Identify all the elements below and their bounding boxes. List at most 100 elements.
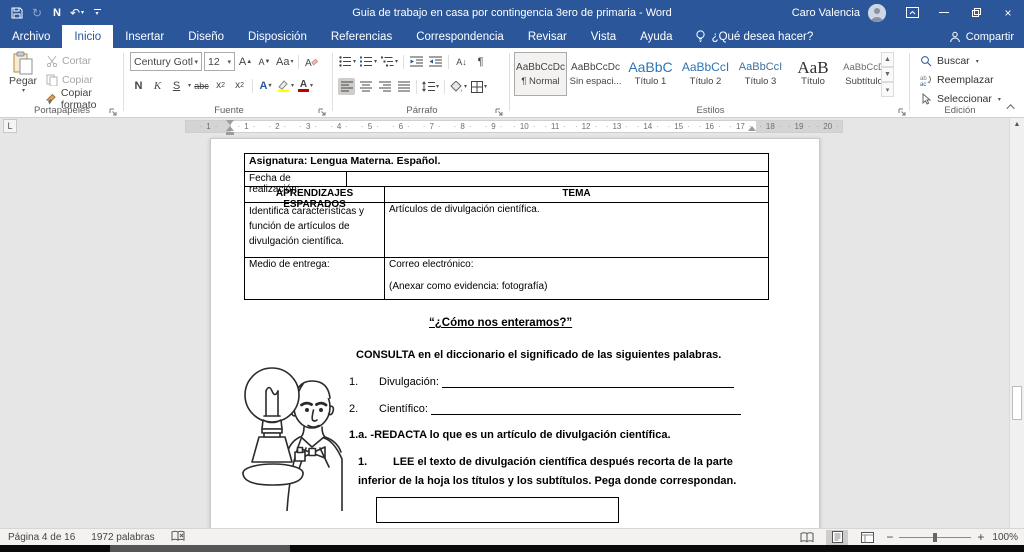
underline-button[interactable]: S <box>168 77 185 94</box>
chevron-down-icon: ▾ <box>194 58 198 66</box>
style-titulo-2[interactable]: AaBbCcI Título 2 <box>679 52 732 96</box>
proofing-icon[interactable] <box>171 530 185 545</box>
print-layout-button[interactable] <box>826 529 849 545</box>
zoom-level[interactable]: 100% <box>992 532 1018 543</box>
scroll-up-icon[interactable]: ▲ <box>1010 121 1024 128</box>
styles-gallery-more-icon[interactable]: ▾ <box>881 82 894 97</box>
first-line-indent-marker[interactable] <box>226 120 234 125</box>
ribbon-display-options-button[interactable] <box>896 0 928 25</box>
tab-archivo[interactable]: Archivo <box>0 25 62 48</box>
style-preview: AaBbCcD <box>843 61 885 73</box>
find-button[interactable]: Buscar ▾ <box>920 52 1001 70</box>
tab-revisar[interactable]: Revisar <box>516 25 579 48</box>
copy-button[interactable]: Copiar <box>46 71 124 88</box>
repeat-icon[interactable]: ↻ <box>28 3 46 23</box>
collapse-ribbon-icon[interactable] <box>1006 101 1018 113</box>
ribbon: Pegar ▾ Cortar Copiar Copiar formato Por… <box>0 48 1024 118</box>
justify-button[interactable] <box>395 78 412 95</box>
tell-me-search[interactable]: ¿Qué desea hacer? <box>685 25 824 48</box>
horizontal-ruler[interactable]: 1 1234567891011121314151617 181920 <box>185 120 843 133</box>
web-layout-button[interactable] <box>856 530 878 545</box>
tab-correspondencia[interactable]: Correspondencia <box>404 25 516 48</box>
table-cell: Correo electrónico: (Anexar como evidenc… <box>385 258 768 299</box>
table-cell: APRENDIZAJES ESPARADOS <box>245 187 385 210</box>
cut-button[interactable]: Cortar <box>46 52 124 69</box>
tab-referencias[interactable]: Referencias <box>319 25 404 48</box>
replace-button[interactable]: ab ac Reemplazar <box>920 71 1001 89</box>
superscript-button[interactable]: x2 <box>231 77 248 94</box>
numbering-button[interactable]: ▾ <box>359 53 378 70</box>
scrollbar-thumb[interactable] <box>1012 386 1022 420</box>
show-paragraph-marks-button[interactable]: ¶ <box>472 53 489 70</box>
tab-inicio[interactable]: Inicio <box>62 25 114 48</box>
style-sin-espaciado[interactable]: AaBbCcDc Sin espaci... <box>569 52 622 96</box>
qat-n-icon[interactable]: N <box>48 3 66 23</box>
align-center-button[interactable] <box>357 78 374 95</box>
tab-insertar[interactable]: Insertar <box>113 25 176 48</box>
borders-button[interactable]: ▾ <box>470 78 488 95</box>
shrink-font-button[interactable]: A ▼ <box>256 53 273 70</box>
replace-icon: abac <box>920 75 931 86</box>
ruler-number: 15 <box>663 121 694 132</box>
save-icon[interactable] <box>8 3 26 23</box>
document-page[interactable]: Asignatura: Lengua Materna. Español. Fec… <box>210 138 820 528</box>
subscript-button[interactable]: x2 <box>212 77 229 94</box>
qat-customize-button[interactable]: ▾ <box>88 3 106 23</box>
strikethrough-button[interactable]: abc <box>193 77 210 94</box>
clear-formatting-button[interactable]: A <box>303 53 320 70</box>
font-family-select[interactable]: Century Gotl ▾ <box>130 52 202 71</box>
zoom-slider[interactable] <box>899 532 972 542</box>
minimize-button[interactable] <box>928 0 960 25</box>
decrease-indent-button[interactable] <box>408 53 425 70</box>
increase-indent-button[interactable] <box>427 53 444 70</box>
zoom-slider-handle[interactable] <box>933 532 938 542</box>
align-left-button[interactable] <box>338 78 355 95</box>
right-indent-marker[interactable] <box>748 126 756 131</box>
word-count[interactable]: 1972 palabras <box>91 532 154 543</box>
user-name[interactable]: Caro Valencia <box>792 7 860 19</box>
tab-stop-selector[interactable]: L <box>3 119 17 133</box>
font-size-select[interactable]: 12 ▾ <box>204 52 235 71</box>
styles-scroll-down-icon[interactable]: ▼ <box>881 67 894 82</box>
style-titulo[interactable]: AaB Título <box>789 52 837 96</box>
tab-diseno[interactable]: Diseño <box>176 25 236 48</box>
style-normal[interactable]: AaBbCcDc ¶ Normal <box>514 52 567 96</box>
chevron-down-icon[interactable]: ▾ <box>188 82 191 89</box>
table-cell: Identifica características y función de … <box>245 203 385 257</box>
style-titulo-3[interactable]: AaBbCcI Título 3 <box>734 52 787 96</box>
hanging-indent-marker[interactable] <box>226 126 234 131</box>
font-color-button[interactable]: A ▾ <box>297 77 314 94</box>
multilevel-list-button[interactable]: ▾ <box>380 53 399 70</box>
align-right-button[interactable] <box>376 78 393 95</box>
text-effects-button[interactable]: A ▾ <box>257 77 274 94</box>
bold-button[interactable]: N <box>130 77 147 94</box>
tab-ayuda[interactable]: Ayuda <box>628 25 684 48</box>
close-button[interactable]: × <box>992 0 1024 25</box>
share-button[interactable]: Compartir <box>949 25 1014 48</box>
avatar[interactable] <box>868 3 886 22</box>
page-indicator[interactable]: Página 4 de 16 <box>8 532 75 543</box>
change-case-button[interactable]: Aa ▾ <box>275 53 294 70</box>
line-spacing-button[interactable]: ▾ <box>421 78 440 95</box>
undo-button[interactable]: ↶ ▾ <box>68 3 86 23</box>
zoom-in-button[interactable]: + <box>977 530 984 544</box>
tab-disposicion[interactable]: Disposición <box>236 25 319 48</box>
style-titulo-1[interactable]: AaBbC Título 1 <box>624 52 677 96</box>
restore-button[interactable] <box>960 0 992 25</box>
zoom-out-button[interactable]: − <box>886 530 893 544</box>
sort-button[interactable]: A ↓ <box>453 53 470 70</box>
highlighter-icon <box>278 80 290 92</box>
styles-scroll-up-icon[interactable]: ▲ <box>881 52 894 67</box>
vertical-scrollbar[interactable]: ▲ <box>1009 118 1024 528</box>
italic-button[interactable]: K <box>149 77 166 94</box>
grow-font-button[interactable]: A ▲ <box>237 53 254 70</box>
shading-button[interactable]: ▾ <box>449 78 468 95</box>
bullets-button[interactable]: ▾ <box>338 53 357 70</box>
left-indent-marker[interactable] <box>226 132 234 135</box>
tab-vista[interactable]: Vista <box>579 25 628 48</box>
highlight-button[interactable]: ▾ <box>276 77 295 94</box>
read-mode-button[interactable] <box>796 530 818 545</box>
chevron-down-icon: ▾ <box>997 96 1001 103</box>
paste-button[interactable]: Pegar ▾ <box>5 51 41 111</box>
taskbar-app-segment[interactable] <box>110 545 290 552</box>
